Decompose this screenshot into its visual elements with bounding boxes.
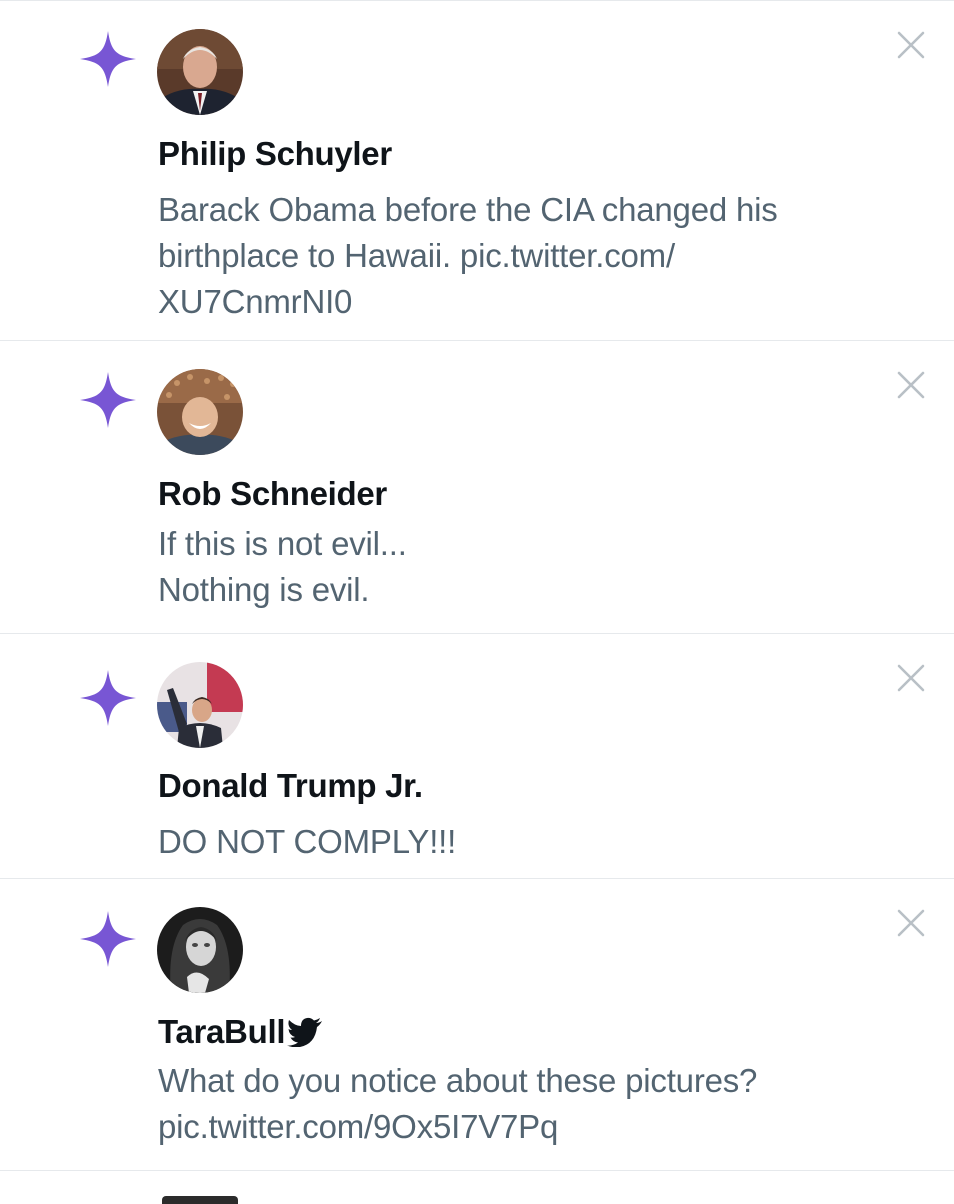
avatar[interactable]: [157, 369, 243, 455]
sparkle-icon: [80, 31, 136, 87]
post-text: What do you notice about these pictures?…: [158, 1062, 758, 1145]
notification-item[interactable]: Philip Schuyler Barack Obama before the …: [0, 1, 954, 341]
avatar[interactable]: [157, 662, 243, 748]
author-name[interactable]: Donald Trump Jr.: [158, 767, 423, 805]
avatar[interactable]: [157, 29, 243, 115]
post-text: DO NOT COMPLY!!!: [158, 823, 457, 860]
close-icon[interactable]: [894, 28, 928, 62]
author-name[interactable]: Philip Schuyler: [158, 135, 392, 173]
author-name[interactable]: TaraBull: [158, 1013, 285, 1051]
sparkle-icon: [80, 670, 136, 726]
notification-item[interactable]: TaraBull What do you notice about these …: [0, 879, 954, 1171]
notification-list: Philip Schuyler Barack Obama before the …: [0, 1, 954, 1171]
sparkle-icon: [80, 911, 136, 967]
notification-item[interactable]: Rob Schneider If this is not evil... Not…: [0, 341, 954, 634]
close-icon[interactable]: [894, 368, 928, 402]
avatar[interactable]: [157, 907, 243, 993]
author-name-row: TaraBull: [158, 1013, 323, 1051]
close-icon[interactable]: [894, 661, 928, 695]
next-item-avatar-partial: [162, 1196, 238, 1204]
notification-item[interactable]: Donald Trump Jr. DO NOT COMPLY!!!: [0, 634, 954, 879]
post-text: If this is not evil... Nothing is evil.: [158, 525, 407, 608]
close-icon[interactable]: [894, 906, 928, 940]
post-text: Barack Obama before the CIA changed his …: [158, 191, 778, 320]
author-name[interactable]: Rob Schneider: [158, 475, 387, 513]
bird-icon: [287, 1017, 323, 1047]
sparkle-icon: [80, 372, 136, 428]
